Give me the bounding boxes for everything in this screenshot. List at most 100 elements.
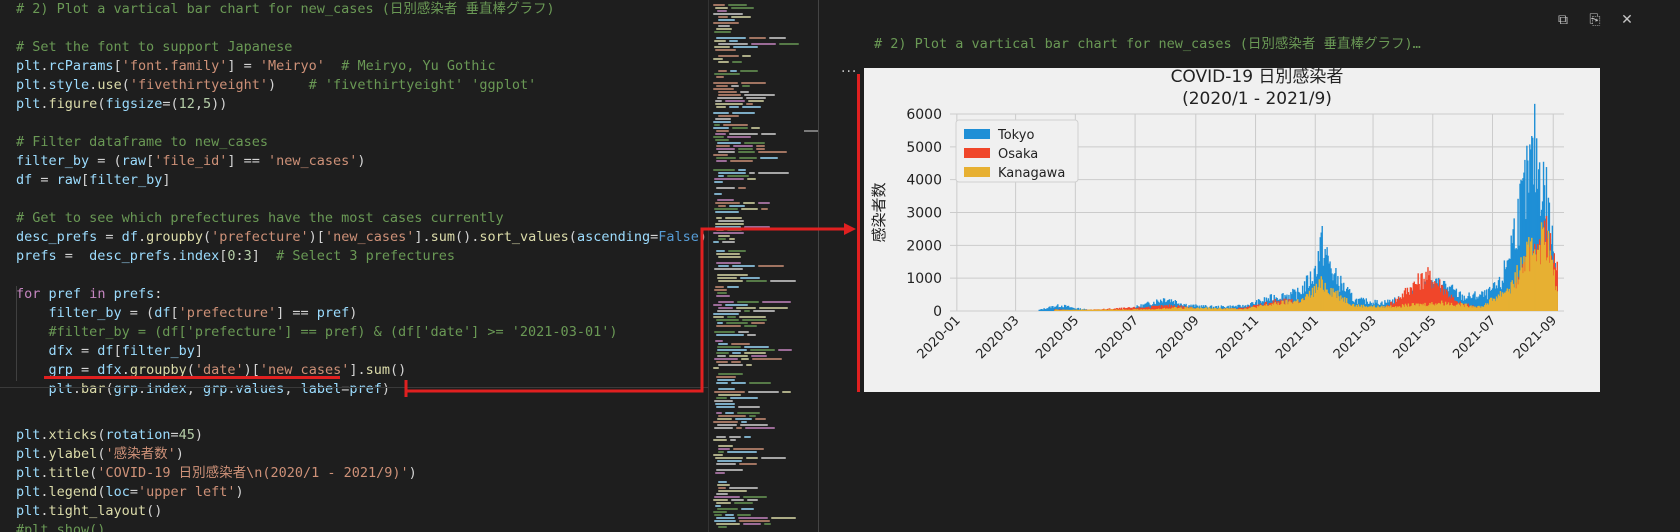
minimap[interactable] — [708, 0, 808, 532]
code-line[interactable]: plt.figure(figsize=(12,5)) — [16, 95, 227, 114]
code-line[interactable]: plt.ylabel('感染者数') — [16, 445, 184, 464]
minimap-line — [732, 352, 741, 354]
code-line[interactable]: plt.xticks(rotation=45) — [16, 426, 203, 445]
code-token: , — [194, 96, 204, 112]
code-token: [ — [170, 305, 179, 321]
code-line[interactable]: filter_by = (df['prefecture'] == pref) — [16, 304, 358, 323]
minimap-line — [746, 280, 767, 282]
code-line[interactable]: filter_by = (raw['file_id'] == 'new_case… — [16, 152, 366, 171]
minimap-line — [756, 148, 765, 150]
code-token: plt — [16, 77, 41, 93]
minimap-line — [758, 202, 770, 204]
code-token: , — [186, 381, 204, 397]
minimap-line — [717, 292, 727, 294]
minimap-line — [718, 61, 729, 63]
minimap-line — [769, 37, 786, 39]
minimap-line — [713, 127, 729, 129]
close-icon[interactable]: ✕ — [1614, 8, 1640, 32]
code-line[interactable]: plt.title('COVID-19 日別感染者\n(2020/1 - 202… — [16, 464, 417, 483]
code-token: False — [658, 229, 699, 245]
paste-icon[interactable]: ⎘ — [1582, 8, 1608, 32]
code-token: index — [146, 381, 187, 397]
code-token: rotation — [105, 427, 171, 443]
minimap-line — [714, 520, 736, 522]
minimap-line — [746, 364, 752, 366]
minimap-line — [717, 274, 748, 276]
minimap-line — [759, 307, 788, 309]
minimap-line — [715, 133, 726, 135]
code-line[interactable]: # Set the font to support Japanese — [16, 38, 292, 57]
code-line[interactable]: plt.rcParams['font.family'] = 'Meiryo' #… — [16, 57, 496, 76]
minimap-line — [771, 517, 796, 519]
code-line[interactable]: for pref in prefs: — [16, 285, 162, 304]
code-token: df — [16, 172, 33, 188]
minimap-line — [718, 70, 727, 72]
code-line[interactable]: # Get to see which prefectures have the … — [16, 209, 504, 228]
minimap-line — [738, 169, 746, 171]
minimap-line — [714, 40, 726, 42]
minimap-line — [727, 229, 742, 231]
code-line[interactable]: #plt.show() — [16, 521, 105, 532]
code-line[interactable]: # Filter dataframe to new_cases — [16, 133, 268, 152]
code-underline-annotation — [44, 376, 340, 379]
minimap-line — [782, 391, 791, 393]
minimap-line — [715, 202, 740, 204]
minimap-line — [718, 172, 746, 174]
minimap-line — [716, 148, 735, 150]
minimap-line — [718, 205, 726, 207]
minimap-line — [722, 241, 735, 243]
code-token: ] — [194, 343, 203, 359]
minimap-line — [714, 31, 731, 33]
minimap-line — [713, 121, 731, 123]
minimap-line — [715, 340, 723, 342]
code-line[interactable]: plt.legend(loc='upper left') — [16, 483, 244, 502]
code-token: figsize — [105, 96, 163, 112]
minimap-line — [714, 208, 738, 210]
minimap-line — [751, 43, 776, 45]
minimap-line — [741, 421, 747, 423]
code-editor[interactable]: # 2) Plot a vartical bar chart for new_c… — [0, 0, 708, 532]
minimap-line — [716, 436, 726, 438]
code-line[interactable]: plt.bar(grp.index, grp.values, label=pre… — [16, 380, 391, 399]
more-actions-icon[interactable]: ··· — [841, 64, 857, 80]
code-token: df — [121, 229, 138, 245]
minimap-line — [734, 502, 753, 504]
code-token: = — [129, 484, 138, 500]
code-line[interactable]: df = raw[filter_by] — [16, 171, 170, 190]
minimap-line — [731, 382, 746, 384]
copy-icon[interactable]: ⧉ — [1550, 8, 1576, 32]
minimap-line — [744, 352, 766, 354]
code-line[interactable]: #filter_by = (df['prefecture'] == pref) … — [16, 323, 618, 342]
minimap-line — [758, 151, 787, 153]
minimap-scroll-indicator[interactable] — [804, 130, 818, 132]
minimap-line — [718, 256, 741, 258]
code-line[interactable]: plt.tight_layout() — [16, 502, 162, 521]
minimap-line — [715, 286, 724, 288]
minimap-line — [723, 124, 748, 126]
code-token: 'file_id' — [154, 153, 228, 169]
minimap-line — [725, 217, 742, 219]
code-line[interactable]: dfx = df[filter_by] — [16, 342, 203, 361]
minimap-line — [715, 7, 728, 9]
code-token: = ( — [89, 153, 122, 169]
minimap-line — [717, 418, 732, 420]
minimap-line — [741, 208, 758, 210]
code-line[interactable]: prefs = desc_prefs.index[0:3] # Select 3… — [16, 247, 455, 266]
code-token: in — [89, 286, 106, 302]
minimap-line — [729, 238, 735, 240]
code-line[interactable]: desc_prefs = df.groupby('prefecture')['n… — [16, 228, 707, 247]
minimap-line — [716, 130, 729, 132]
minimap-line — [729, 133, 758, 135]
minimap-line — [713, 88, 734, 90]
output-cell-title[interactable]: # 2) Plot a vartical bar chart for new_c… — [874, 32, 1421, 52]
code-token: ]. — [349, 362, 366, 378]
minimap-line — [718, 487, 726, 489]
minimap-line — [751, 127, 760, 129]
minimap-line — [715, 223, 744, 225]
minimap-line — [744, 346, 769, 348]
minimap-line — [716, 85, 728, 87]
code-line[interactable]: # 2) Plot a vartical bar chart for new_c… — [16, 0, 555, 19]
code-line[interactable]: plt.style.use('fivethirtyeight') # 'five… — [16, 76, 536, 95]
